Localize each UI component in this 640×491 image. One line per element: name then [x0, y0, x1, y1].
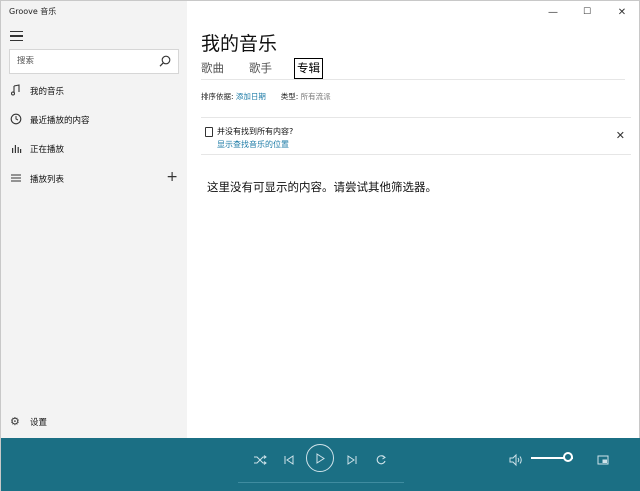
- sidebar-item-label: 正在播放: [30, 145, 65, 155]
- player-bar: [1, 438, 640, 491]
- maximize-button[interactable]: ☐: [570, 1, 604, 23]
- missing-content-notice: 并没有找到所有内容? 显示查找音乐的位置 ✕: [201, 117, 631, 155]
- next-icon[interactable]: [346, 449, 358, 471]
- genre-label: 类型:: [280, 92, 299, 101]
- close-button[interactable]: ✕: [605, 1, 639, 23]
- equalizer-icon: [12, 145, 22, 153]
- groove-window: Groove 音乐 我的音乐 最近播放的内容: [0, 0, 640, 491]
- notice-text: 并没有找到所有内容?: [217, 127, 294, 136]
- playlist-icon: [11, 174, 21, 182]
- play-icon: [316, 452, 325, 464]
- sidebar: Groove 音乐 我的音乐 最近播放的内容: [1, 1, 187, 438]
- volume-icon[interactable]: [509, 449, 523, 471]
- tab-albums[interactable]: 专辑: [294, 58, 323, 79]
- settings-label: 设置: [30, 418, 48, 428]
- main-content: 我的音乐 歌曲 歌手 专辑 排序依据: 添加日期 类型: 所有流派 并没有找到所…: [187, 23, 639, 438]
- sidebar-item-now-playing[interactable]: 正在播放: [1, 136, 187, 162]
- sidebar-item-recent[interactable]: 最近播放的内容: [1, 107, 187, 133]
- gear-icon: ⚙: [10, 415, 20, 428]
- sidebar-item-my-music[interactable]: 我的音乐: [1, 78, 187, 104]
- sidebar-item-label: 我的音乐: [30, 87, 65, 97]
- show-music-location-link[interactable]: 显示查找音乐的位置: [217, 139, 289, 150]
- search-box[interactable]: [9, 49, 179, 74]
- sidebar-item-label: 播放列表: [30, 175, 65, 185]
- shuffle-icon[interactable]: [253, 449, 267, 471]
- tabs-divider: [201, 79, 625, 80]
- app-title: Groove 音乐: [9, 7, 57, 16]
- add-playlist-icon[interactable]: +: [166, 170, 178, 184]
- seek-bar[interactable]: [238, 482, 404, 483]
- phone-icon: [205, 127, 213, 137]
- genre-dropdown[interactable]: 所有流派: [301, 92, 331, 101]
- tab-songs[interactable]: 歌曲: [201, 60, 224, 76]
- page-title: 我的音乐: [201, 33, 278, 55]
- play-button[interactable]: [306, 444, 334, 472]
- hamburger-menu-icon[interactable]: [10, 31, 23, 42]
- sort-dropdown[interactable]: 添加日期: [236, 92, 266, 101]
- recent-clock-icon: [10, 113, 22, 125]
- minimize-button[interactable]: —: [536, 1, 570, 23]
- music-note-icon: [11, 84, 20, 96]
- volume-slider-thumb[interactable]: [562, 452, 573, 462]
- close-icon[interactable]: ✕: [616, 129, 625, 142]
- search-input[interactable]: [17, 56, 157, 66]
- sidebar-item-label: 最近播放的内容: [30, 116, 90, 126]
- previous-icon[interactable]: [283, 449, 295, 471]
- empty-state-message: 这里没有可显示的内容。请尝试其他筛选器。: [207, 180, 437, 194]
- sidebar-item-playlists[interactable]: 播放列表 +: [1, 166, 187, 192]
- mini-player-icon[interactable]: [597, 449, 609, 471]
- repeat-icon[interactable]: [375, 449, 387, 471]
- filter-bar: 排序依据: 添加日期 类型: 所有流派: [201, 91, 331, 102]
- sort-label: 排序依据:: [201, 92, 234, 101]
- tab-artists[interactable]: 歌手: [249, 60, 272, 76]
- search-icon[interactable]: [159, 55, 171, 67]
- sidebar-item-settings[interactable]: ⚙ 设置: [1, 409, 187, 435]
